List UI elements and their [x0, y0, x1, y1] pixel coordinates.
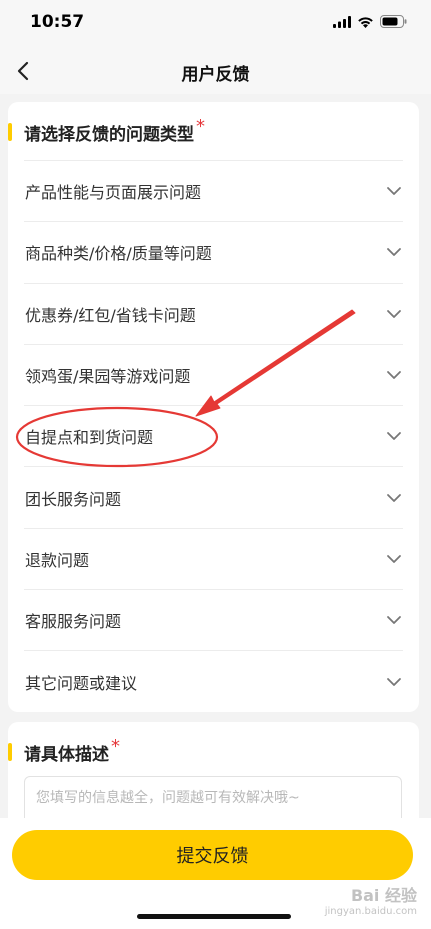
problem-type-item-pickup[interactable]: 自提点和到货问题: [24, 405, 403, 466]
problem-type-label: 产品性能与页面展示问题: [25, 183, 202, 203]
problem-type-item-performance[interactable]: 产品性能与页面展示问题: [24, 160, 403, 221]
status-time: 10:57: [30, 12, 85, 32]
chevron-down-icon: [387, 677, 401, 686]
description-title: 请具体描述: [24, 744, 109, 765]
chevron-down-icon: [387, 555, 401, 563]
problem-type-item-customer-service[interactable]: 客服服务问题: [24, 589, 403, 650]
watermark: Bai 经验 jingyan.baidu.com: [325, 888, 417, 920]
status-bar: 10:57: [0, 0, 431, 48]
problem-type-header: 请选择反馈的问题类型 *: [8, 116, 205, 145]
problem-type-list: 产品性能与页面展示问题 商品种类/价格/质量等问题 优惠券/红包/省钱卡问题 领…: [8, 160, 419, 712]
problem-type-label: 商品种类/价格/质量等问题: [25, 244, 212, 264]
chevron-down-icon: [387, 309, 401, 318]
problem-type-item-game[interactable]: 领鸡蛋/果园等游戏问题: [24, 343, 403, 405]
chevron-down-icon: [387, 248, 401, 257]
problem-type-label: 其它问题或建议: [25, 673, 138, 693]
problem-type-label: 优惠券/红包/省钱卡问题: [25, 305, 196, 325]
section-accent-bar: [8, 123, 12, 141]
required-mark: *: [196, 115, 205, 137]
home-indicator: [137, 914, 291, 919]
problem-type-item-product[interactable]: 商品种类/价格/质量等问题: [24, 221, 403, 282]
watermark-text: Bai 经验: [350, 886, 417, 905]
problem-type-label: 团长服务问题: [25, 489, 122, 509]
section-accent-bar: [8, 743, 12, 761]
nav-bar: 用户反馈: [0, 48, 431, 94]
description-header: 请具体描述 *: [8, 736, 120, 765]
watermark-subtext: jingyan.baidu.com: [324, 906, 417, 917]
chevron-down-icon: [387, 371, 401, 379]
status-icons: [333, 15, 407, 28]
problem-type-card: 请选择反馈的问题类型 * 产品性能与页面展示问题 商品种类/价格/质量等问题 优…: [8, 102, 419, 712]
problem-type-label: 领鸡蛋/果园等游戏问题: [25, 367, 191, 387]
cellular-signal-icon: [333, 15, 351, 28]
chevron-down-icon: [387, 187, 401, 196]
chevron-down-icon: [387, 493, 401, 502]
problem-type-item-other[interactable]: 其它问题或建议: [24, 650, 403, 711]
submit-feedback-button[interactable]: 提交反馈: [12, 830, 413, 880]
problem-type-label: 自提点和到货问题: [25, 428, 154, 448]
battery-icon: [380, 15, 407, 28]
problem-type-label: 退款问题: [25, 550, 90, 570]
page-title: 用户反馈: [181, 65, 250, 85]
problem-type-item-coupon[interactable]: 优惠券/红包/省钱卡问题: [24, 282, 403, 344]
chevron-down-icon: [387, 616, 401, 625]
problem-type-label: 客服服务问题: [25, 612, 122, 632]
problem-type-item-refund[interactable]: 退款问题: [24, 527, 403, 589]
bottom-bar: 提交反馈 Bai 经验 jingyan.baidu.com: [0, 818, 431, 929]
problem-type-item-leader[interactable]: 团长服务问题: [24, 466, 403, 527]
chevron-down-icon: [387, 432, 401, 441]
wifi-icon: [358, 16, 373, 28]
problem-type-title: 请选择反馈的问题类型: [24, 124, 194, 145]
required-mark: *: [111, 735, 120, 757]
